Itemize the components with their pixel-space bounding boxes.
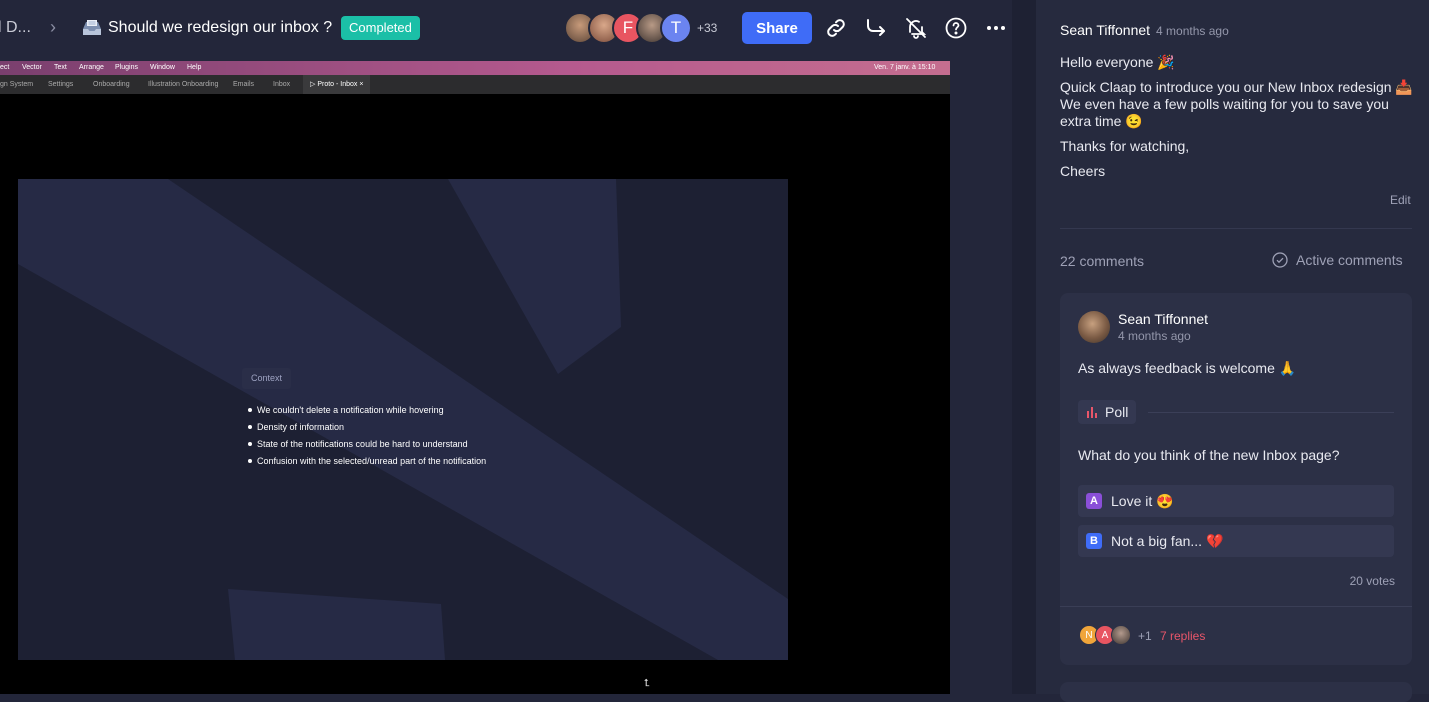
description-paragraph: Quick Claap to introduce you our New Inb… — [1060, 79, 1413, 129]
more-icon[interactable] — [984, 16, 1008, 40]
recorded-menubar: ect Vector Text Arrange Plugins Window H… — [0, 61, 950, 75]
option-label: Love it 😍 — [1111, 492, 1174, 509]
recorded-tab: Inbox — [273, 81, 291, 88]
description-paragraph: Hello everyone 🎉 — [1060, 54, 1175, 70]
author-name[interactable]: Sean Tiffonnet — [1060, 22, 1150, 38]
context-label: Context — [242, 368, 292, 389]
video-player[interactable]: ect Vector Text Arrange Plugins Window H… — [0, 61, 950, 694]
replies-link[interactable]: 7 replies — [1160, 629, 1205, 643]
votes-count: 20 votes — [1349, 574, 1395, 588]
mouse-cursor-icon: ⮤ — [644, 678, 650, 689]
menubar-item: Help — [187, 64, 202, 71]
description-author: Sean Tiffonnet 4 months ago — [1060, 22, 1229, 38]
poll-option-a[interactable]: A Love it 😍 — [1078, 485, 1394, 517]
more-repliers-count: +1 — [1138, 629, 1152, 643]
recorded-tab: Onboarding — [93, 81, 130, 88]
list-item: Density of information — [248, 422, 486, 439]
forward-icon[interactable] — [864, 16, 888, 40]
slide-bullets: We couldn't delete a notification while … — [248, 405, 486, 473]
menubar-item: Plugins — [115, 64, 138, 71]
poll-question: What do you think of the new Inbox page? — [1078, 447, 1340, 463]
comment-card: Sean Tiffonnet 4 months ago As always fe… — [1060, 293, 1412, 665]
presentation-slide: Context We couldn't delete a notificatio… — [18, 179, 788, 660]
divider — [1060, 228, 1412, 229]
recorded-tab: Illustration Onboarding — [148, 81, 219, 88]
recorded-tabs: gn System Settings Onboarding Illustrati… — [0, 75, 950, 94]
menubar-item: Window — [150, 64, 175, 71]
panel-divider — [1012, 0, 1036, 694]
menubar-item: Text — [54, 64, 67, 71]
video-side-padding — [950, 57, 1012, 694]
bar-chart-icon — [1087, 407, 1097, 418]
avatar[interactable] — [1111, 625, 1131, 645]
menubar-clock: Ven. 7 janv. à 15:10 — [874, 64, 936, 71]
description-paragraph: Thanks for watching, — [1060, 138, 1190, 154]
top-header: l D... › Should we redesign our inbox ? … — [0, 0, 1036, 57]
menubar-item: Vector — [22, 64, 42, 71]
description-paragraph: Cheers — [1060, 163, 1106, 179]
recorded-tab: gn System — [0, 81, 34, 88]
description-text: Hello everyone 🎉 Quick Claap to introduc… — [1060, 54, 1420, 188]
bell-off-icon[interactable] — [904, 16, 928, 40]
menubar-item: ect — [0, 64, 10, 71]
inbox-tray-icon — [81, 17, 103, 39]
divider — [1060, 606, 1412, 607]
option-label: Not a big fan... 💔 — [1111, 532, 1224, 549]
comment-timestamp: 4 months ago — [1118, 329, 1191, 343]
list-item: We couldn't delete a notification while … — [248, 405, 486, 422]
poll-label: Poll — [1105, 404, 1129, 420]
poll-option-b[interactable]: B Not a big fan... 💔 — [1078, 525, 1394, 557]
help-icon[interactable] — [944, 16, 968, 40]
recorded-tab: Emails — [233, 81, 255, 88]
comments-count: 22 comments — [1060, 253, 1145, 269]
status-badge[interactable]: Completed — [341, 16, 420, 40]
avatar[interactable] — [1078, 311, 1110, 343]
comment-text: As always feedback is welcome 🙏 — [1078, 360, 1297, 376]
edit-button[interactable]: Edit — [1390, 193, 1411, 207]
divider — [1148, 412, 1394, 413]
option-letter: A — [1086, 493, 1102, 509]
recorded-active-tab: ▷ Proto - Inbox × — [303, 75, 371, 94]
active-comments-label: Active comments — [1296, 252, 1403, 268]
page-title[interactable]: Should we redesign our inbox ? — [108, 19, 332, 37]
share-button[interactable]: Share — [742, 12, 812, 44]
author-timestamp: 4 months ago — [1156, 24, 1229, 38]
comment-card — [1060, 682, 1412, 702]
active-comments-toggle[interactable]: Active comments — [1272, 252, 1403, 268]
comments-panel: Sean Tiffonnet 4 months ago Hello everyon… — [1036, 0, 1429, 702]
comment-author[interactable]: Sean Tiffonnet — [1118, 311, 1208, 327]
recorded-tab: Settings — [48, 81, 74, 88]
list-item: Confusion with the selected/unread part … — [248, 456, 486, 473]
avatar[interactable]: T — [660, 12, 692, 44]
chevron-right-icon: › — [50, 17, 56, 37]
breadcrumb-parent[interactable]: l D... — [0, 19, 31, 37]
more-participants-count[interactable]: +33 — [697, 21, 717, 35]
option-letter: B — [1086, 533, 1102, 549]
menubar-item: Arrange — [79, 64, 104, 71]
check-circle-icon — [1272, 252, 1288, 268]
list-item: State of the notifications could be hard… — [248, 439, 486, 456]
link-icon[interactable] — [824, 16, 848, 40]
poll-tag: Poll — [1078, 400, 1137, 424]
